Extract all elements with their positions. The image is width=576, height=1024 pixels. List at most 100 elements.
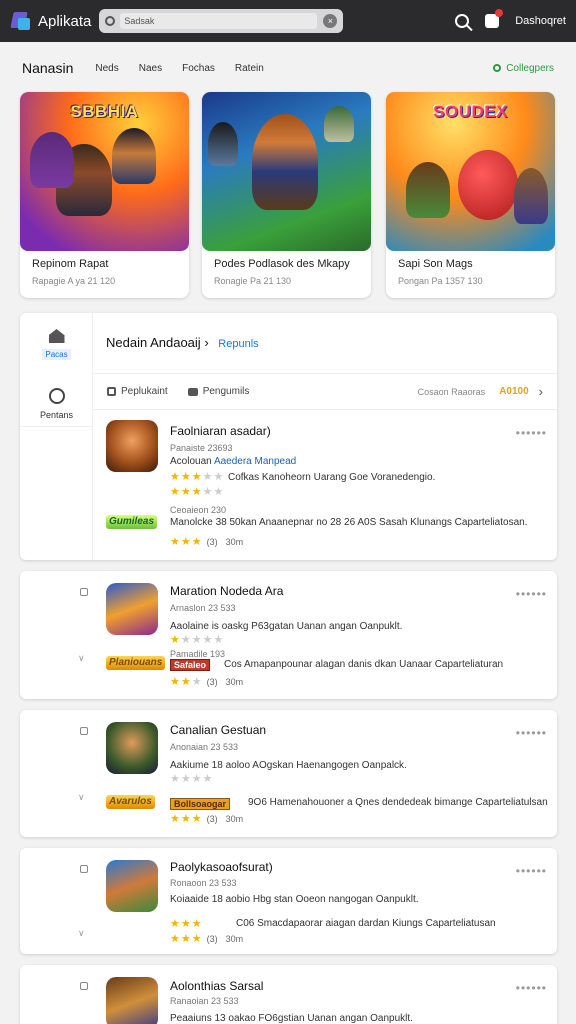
- breadcrumb-link[interactable]: Repunls: [218, 338, 258, 350]
- game-icon[interactable]: [106, 583, 158, 635]
- character-figure: [30, 132, 74, 188]
- rating-stars: ★★★ (3) 30m: [170, 933, 244, 945]
- filter-popular[interactable]: Peplukaint: [107, 386, 168, 397]
- character-figure: [208, 122, 238, 166]
- lock-icon: [80, 865, 88, 873]
- more-options-icon[interactable]: ••••••: [516, 587, 547, 601]
- more-options-icon[interactable]: ••••••: [516, 981, 547, 995]
- search-bar[interactable]: ×: [99, 9, 344, 33]
- chevron-down-icon[interactable]: ∨: [78, 792, 85, 803]
- nav-tab-3[interactable]: Fochas: [182, 63, 215, 74]
- featured-card[interactable]: Podes Podlasok des Mkapy Ronagie Pa 21 1…: [202, 92, 371, 298]
- filter-genres[interactable]: Pengumils: [187, 386, 250, 397]
- character-figure: [514, 168, 548, 224]
- game-title[interactable]: Aolonthias Sarsal: [170, 979, 263, 993]
- game-icon[interactable]: [106, 977, 158, 1024]
- game-meta: Ranaoian 23 533: [170, 996, 239, 1006]
- game-meta: Anonaian 23 533: [170, 742, 239, 752]
- rating-stars: ★★★★: [170, 773, 214, 785]
- game-meta: Pamadile 193: [170, 649, 226, 659]
- game-title[interactable]: Canalian Gestuan: [170, 723, 266, 737]
- nav-tab-2[interactable]: Naes: [139, 63, 162, 74]
- sidebar-item-home[interactable]: Pacas Pentans: [20, 313, 93, 427]
- list-header: Nedain Andaoaij › Repunls: [106, 335, 259, 350]
- game-description: C06 Smacdapaorar aiagan dardan Kiungs Ca…: [236, 918, 496, 929]
- rating-count: (3): [206, 537, 218, 547]
- rating-stars: ★★★★★: [170, 486, 225, 498]
- game-description: Aaolaine is oaskg P63gatan Uanan angan O…: [170, 621, 403, 632]
- rating-stars: ★★★ (3) 30m: [170, 676, 244, 688]
- game-title[interactable]: Maration Nodeda Ara: [170, 584, 283, 598]
- app-logo: [10, 10, 32, 32]
- sidebar-item-label: Pacas: [42, 349, 71, 360]
- featured-card[interactable]: SOUDEX Sapi Son Mags Pongan Pa 1357 130: [386, 92, 555, 298]
- game-list-card: ∨ Paolykasoaofsurat) •••••• Ronaoon 23 5…: [20, 848, 557, 954]
- more-options-icon[interactable]: ••••••: [516, 864, 547, 878]
- search-input[interactable]: [120, 13, 318, 29]
- character-figure: [458, 150, 518, 220]
- featured-sub: Rapagie A ya 21 120: [32, 276, 116, 286]
- game-title[interactable]: Faolniaran asadar): [170, 424, 271, 438]
- game-description: Cos Amapanpounar alagan danis dkan Uanaa…: [224, 659, 504, 670]
- nav-tab-1[interactable]: Neds: [95, 63, 118, 74]
- chevron-down-icon[interactable]: ∨: [78, 928, 85, 939]
- character-figure: [252, 114, 318, 210]
- game-meta: Ceoaieon 230: [170, 505, 227, 515]
- game-tag: Safaleo: [170, 659, 211, 671]
- chevron-right-icon[interactable]: ›: [539, 384, 543, 399]
- filter-label: Peplukaint: [121, 386, 168, 397]
- dev-link[interactable]: Aaedera Manpead: [214, 456, 296, 467]
- game-icon[interactable]: [106, 420, 158, 472]
- filter-bar: Peplukaint Pengumils Cosaon Raaoras A010…: [93, 373, 557, 410]
- compass-icon: [48, 388, 65, 404]
- home-icon: [48, 329, 65, 343]
- app-title: Aplikata: [38, 12, 92, 30]
- more-options-icon[interactable]: ••••••: [516, 426, 547, 440]
- chevron-down-icon[interactable]: ∨: [78, 653, 85, 664]
- game-description: Manolcke 38 50kan Anaanepnar no 28 26 A0…: [170, 517, 528, 528]
- user-menu[interactable]: Dashoqret: [515, 15, 566, 27]
- game-description: Peaaiuns 13 oakao FO6gstian Uanan angan …: [170, 1013, 413, 1024]
- game-icon[interactable]: [106, 860, 158, 912]
- top-bar: Aplikata × Dashoqret: [0, 0, 576, 42]
- lock-icon: [80, 588, 88, 596]
- price-filter[interactable]: A0100: [499, 386, 528, 397]
- rating-stars: ★★★★★: [170, 471, 225, 483]
- game-icon[interactable]: [106, 722, 158, 774]
- featured-art: SBBHIA: [20, 92, 189, 251]
- game-title[interactable]: Paolykasoaofsurat): [170, 860, 273, 874]
- lock-icon: [80, 982, 88, 990]
- search-icon[interactable]: [455, 14, 470, 28]
- featured-art-title: SBBHIA: [70, 102, 139, 121]
- character-figure: [112, 128, 156, 184]
- featured-sub: Pongan Pa 1357 130: [398, 276, 483, 286]
- game-description: 9O6 Hamenahouoner a Qnes dendedeak biman…: [248, 797, 548, 808]
- game-logo-badge: Planiouans: [106, 656, 166, 670]
- more-options-icon[interactable]: ••••••: [516, 726, 547, 740]
- character-figure: [324, 106, 354, 142]
- rating-count: (3): [206, 814, 218, 824]
- game-list-card: ∨ Canalian Gestuan •••••• Anonaian 23 53…: [20, 710, 557, 837]
- lock-icon: [80, 727, 88, 735]
- game-logo-badge: Gumileas: [106, 515, 158, 529]
- duration: 30m: [225, 934, 244, 944]
- featured-card[interactable]: SBBHIA Repinom Rapat Rapagie A ya 21 120: [20, 92, 189, 298]
- clear-search-icon[interactable]: ×: [323, 14, 338, 28]
- nav-tab-4[interactable]: Ratein: [235, 63, 264, 74]
- collections-icon: [493, 64, 502, 72]
- game-description: Koiaaide 18 aobio Hbg stan Ooeon nangoga…: [170, 894, 419, 905]
- game-logo-badge: Avarulos: [106, 795, 155, 809]
- rating-stars: ★★★ (3) 30m: [170, 813, 244, 825]
- chat-icon: [187, 387, 198, 396]
- breadcrumb-sep: ›: [204, 335, 209, 350]
- rating-count: (3): [206, 934, 218, 944]
- filter-label: Pengumils: [202, 386, 250, 397]
- game-list-card: Aolonthias Sarsal •••••• Ranaoian 23 533…: [20, 965, 557, 1024]
- rating-stars: ★★★: [170, 918, 203, 930]
- featured-name: Sapi Son Mags: [398, 258, 473, 270]
- sort-dropdown[interactable]: Cosaon Raaoras: [418, 387, 486, 397]
- collections-link[interactable]: Collegpers: [493, 63, 554, 74]
- character-figure: [406, 162, 450, 218]
- sidebar-genres-label[interactable]: Pentans: [37, 409, 76, 421]
- notifications-icon[interactable]: [485, 9, 504, 28]
